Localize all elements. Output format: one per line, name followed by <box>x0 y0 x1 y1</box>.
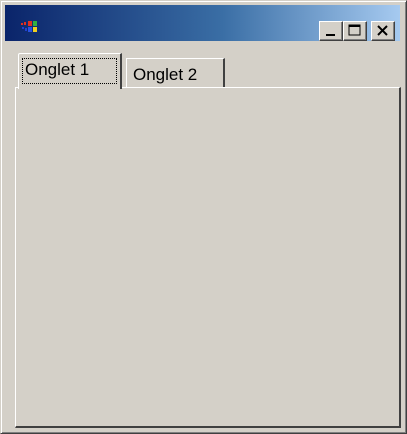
minimize-icon <box>326 34 335 36</box>
maximize-button[interactable] <box>343 21 367 41</box>
tab-label: Onglet 1 <box>25 60 90 79</box>
tab-panel <box>15 87 401 428</box>
title-bar[interactable] <box>5 5 400 41</box>
minimize-button[interactable] <box>319 21 343 41</box>
tab-label: Onglet 2 <box>133 65 198 84</box>
windows-flag-icon[interactable] <box>21 20 39 34</box>
tab-onglet-2[interactable]: Onglet 2 <box>126 58 225 88</box>
app-window: Onglet 2 Onglet 1 <box>0 0 407 434</box>
close-icon <box>377 25 388 36</box>
maximize-icon <box>348 24 361 36</box>
tab-onglet-1[interactable]: Onglet 1 <box>18 53 122 89</box>
close-button[interactable] <box>371 21 395 41</box>
